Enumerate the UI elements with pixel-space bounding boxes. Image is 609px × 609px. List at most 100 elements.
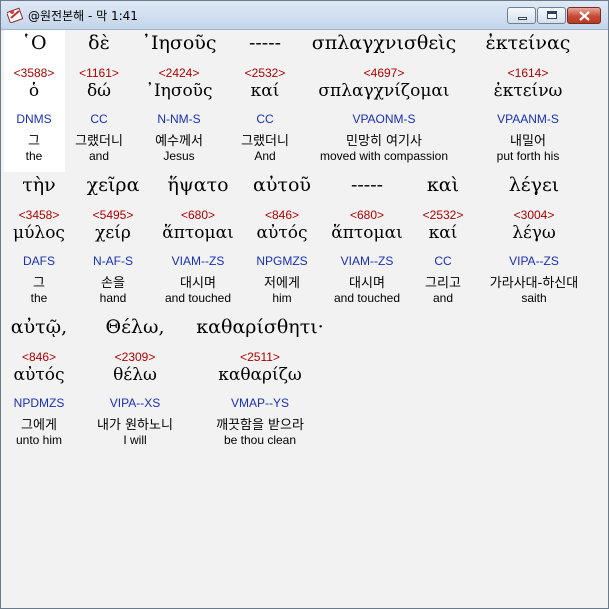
word-lemma: αὐτός xyxy=(13,365,65,385)
word-strong: <2309> xyxy=(114,350,156,364)
word-greek[interactable]: δὲ xyxy=(88,32,110,54)
word-greek[interactable]: σπλαγχνισθεὶς xyxy=(312,32,457,54)
word-morph: CC xyxy=(90,112,108,126)
interlinear-panel: ῾Ο <3588> ὁ DNMS 그 the δὲ <1161> δώ CC 그랬더니 and ᾽Ιησ… xyxy=(1,30,608,608)
word-morph: CC xyxy=(434,254,452,268)
word-english: and touched xyxy=(333,291,401,305)
word-morph: VIAM--ZS xyxy=(340,254,394,268)
word-lemma: ᾽Ιησοῦς xyxy=(145,81,213,101)
word-english: put forth his xyxy=(496,149,560,163)
word-morph: DAFS xyxy=(22,254,56,268)
word-lemma: ἅπτομαι xyxy=(331,223,403,243)
word-lemma: ἐκτείνω xyxy=(493,81,563,101)
word-english: the xyxy=(30,291,48,305)
word-greek[interactable]: τὴν xyxy=(22,174,55,196)
word-strong: <1614> xyxy=(507,66,549,80)
word-korean: 그랬더니 xyxy=(75,134,123,149)
word-strong: <846> xyxy=(264,208,300,222)
word-lemma: ἅπτομαι xyxy=(162,223,234,243)
word-morph: VIPA--ZS xyxy=(509,254,559,268)
word-strong: <1161> xyxy=(79,66,119,80)
word-english: moved with compassion xyxy=(319,149,449,163)
word-english: And xyxy=(254,149,276,163)
word-morph: VMAP--YS xyxy=(230,396,290,410)
word-lemma: αὐτός xyxy=(256,223,308,243)
minimize-button[interactable] xyxy=(507,7,536,24)
close-button[interactable] xyxy=(567,7,601,24)
word-korean: 손을 xyxy=(101,276,125,291)
word-greek[interactable]: ἐκτείνας xyxy=(486,32,571,54)
app-icon xyxy=(7,7,23,23)
word-strong: <846> xyxy=(21,350,57,364)
word-english: him xyxy=(272,291,292,305)
word-greek[interactable]: αὐτοῦ xyxy=(253,174,311,196)
word-korean: 그리고 xyxy=(425,276,461,291)
word-korean: 내밀어 xyxy=(510,134,546,149)
word-strong: <2532> xyxy=(244,66,286,80)
word-greek[interactable]: ----- xyxy=(249,32,281,54)
word-korean: 저에게 xyxy=(264,276,300,291)
word-korean: 깨끗함을 받으라 xyxy=(216,418,304,433)
word-english: unto him xyxy=(15,433,63,447)
word-lemma: λέγω xyxy=(512,223,556,243)
word-greek[interactable]: καθαρίσθητι· xyxy=(196,316,323,338)
word-greek[interactable]: λέγει xyxy=(509,174,560,196)
word-greek[interactable]: ᾽Ιησοῦς xyxy=(142,32,217,54)
word-strong: <680> xyxy=(349,208,385,222)
word-strong: <680> xyxy=(180,208,216,222)
close-icon xyxy=(579,11,590,21)
word-korean: 가라사대-하신대 xyxy=(489,276,579,291)
word-greek[interactable]: ----- xyxy=(351,174,383,196)
word-morph: N-AF-S xyxy=(93,254,133,268)
word-morph: DNMS xyxy=(16,112,52,126)
word-greek[interactable]: καὶ xyxy=(427,174,459,196)
word-english: hand xyxy=(99,291,127,305)
word-korean: 그에게 xyxy=(21,418,57,433)
word-lemma: ὁ xyxy=(28,81,40,101)
word-korean: 그 xyxy=(33,276,45,291)
word-english: and xyxy=(432,291,454,305)
word-greek[interactable]: ῾Ο xyxy=(21,32,46,54)
app-window: @원전본해 - 막 1:41 ῾Ο <3588> ὁ DNMS 그 the δὲ <1161>… xyxy=(0,0,609,609)
word-strong: <2532> xyxy=(422,208,464,222)
word-lemma: καί xyxy=(250,81,280,101)
word-lemma: καθαρίζω xyxy=(218,365,302,385)
word-korean: 대시며 xyxy=(180,276,216,291)
word-morph: VIAM--ZS xyxy=(171,254,225,268)
word-lemma: δώ xyxy=(86,81,112,101)
word-strong: <3588> xyxy=(13,66,55,80)
word-morph: VPAONM-S xyxy=(352,112,416,126)
word-greek[interactable]: αὐτῷ, xyxy=(11,316,67,338)
word-morph: NPDMZS xyxy=(13,396,65,410)
word-lemma: καί xyxy=(428,223,458,243)
word-strong: <2424> xyxy=(158,66,200,80)
word-korean: 예수께서 xyxy=(155,134,203,149)
word-greek[interactable]: χεῖρα xyxy=(87,174,140,196)
word-korean: 그 xyxy=(28,134,40,149)
word-lemma: σπλαγχνίζομαι xyxy=(318,81,450,101)
word-korean: 그랬더니 xyxy=(241,134,289,149)
word-korean: 대시며 xyxy=(349,276,385,291)
word-morph: CC xyxy=(256,112,274,126)
word-english: the xyxy=(25,149,43,163)
word-english: saith xyxy=(521,291,547,305)
word-strong: <3004> xyxy=(513,208,555,222)
maximize-button[interactable] xyxy=(537,7,566,24)
word-lemma: χείρ xyxy=(95,223,131,243)
word-english: I will xyxy=(123,433,147,447)
word-korean: 내가 원하노니 xyxy=(97,418,173,433)
word-greek[interactable]: Θέλω, xyxy=(106,316,165,338)
word-strong: <3458> xyxy=(18,208,60,222)
word-strong: <4697> xyxy=(363,66,405,80)
title-bar[interactable]: @원전본해 - 막 1:41 xyxy=(1,1,608,30)
window-title: @원전본해 - 막 1:41 xyxy=(28,9,138,23)
word-morph: VIPA--XS xyxy=(109,396,161,410)
word-korean: 민망히 여기사 xyxy=(346,134,422,149)
word-lemma: μύλος xyxy=(13,223,65,243)
word-lemma: θέλω xyxy=(113,365,157,385)
word-greek[interactable]: ἥψατο xyxy=(167,174,228,196)
word-english: Jesus xyxy=(163,149,195,163)
word-english: and xyxy=(88,149,110,163)
word-morph: NPGMZS xyxy=(256,254,308,268)
word-strong: <5495> xyxy=(92,208,134,222)
